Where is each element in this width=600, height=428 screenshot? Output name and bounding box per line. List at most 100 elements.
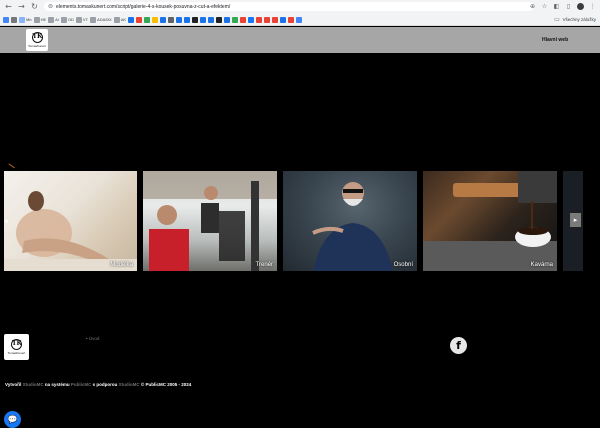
bookmark-favicon-icon bbox=[272, 16, 279, 23]
gallery-prev-arrow[interactable]: ◂ bbox=[4, 215, 11, 227]
gallery-tile-trener[interactable]: Trenér bbox=[143, 171, 277, 271]
address-url[interactable]: elements.tomaskunert.com/script/galerie-… bbox=[56, 4, 230, 10]
gallery-tile-modelka[interactable]: Modelka bbox=[4, 171, 137, 271]
bookmark-item[interactable] bbox=[280, 16, 287, 23]
address-bar[interactable]: ⊜ elements.tomaskunert.com/script/galeri… bbox=[44, 2, 534, 11]
bookmark-item[interactable] bbox=[296, 16, 303, 23]
bookmark-favicon-icon bbox=[90, 16, 97, 23]
bookmark-favicon-icon bbox=[184, 16, 191, 23]
site-info-icon[interactable]: ⊜ bbox=[48, 3, 53, 10]
profile-avatar[interactable] bbox=[577, 3, 584, 10]
facebook-icon[interactable]: f bbox=[450, 337, 467, 354]
bookmark-favicon-icon bbox=[216, 16, 223, 23]
side-panel-icon[interactable]: ▯ bbox=[565, 3, 572, 10]
bookmark-item[interactable] bbox=[184, 16, 191, 23]
bookmark-item[interactable] bbox=[176, 16, 183, 23]
gallery-tile-kavarna[interactable]: Kavárna bbox=[423, 171, 557, 271]
logo-mark-icon: TK bbox=[31, 32, 43, 43]
main-site-link[interactable]: Hlavní web bbox=[542, 37, 568, 43]
footer-link-uvod[interactable]: • Úvod bbox=[86, 336, 99, 341]
bookmark-favicon-icon bbox=[280, 16, 287, 23]
bookmark-item[interactable] bbox=[264, 16, 271, 23]
bookmark-item[interactable] bbox=[248, 16, 255, 23]
bookmark-item[interactable] bbox=[288, 16, 295, 23]
all-bookmarks-button[interactable]: ▭ Všechny záložky bbox=[553, 14, 596, 25]
bookmark-item[interactable] bbox=[272, 16, 279, 23]
footer-logo[interactable]: TK TomasKunert bbox=[4, 334, 29, 360]
bookmark-favicon-icon bbox=[48, 16, 55, 23]
bookmark-item[interactable] bbox=[216, 16, 223, 23]
browser-chrome: ← → ↻ ⌂ ⊜ elements.tomaskunert.com/scrip… bbox=[0, 0, 600, 26]
bookmark-item[interactable] bbox=[144, 16, 151, 23]
bookmark-item[interactable] bbox=[240, 16, 247, 23]
back-icon[interactable]: ← bbox=[4, 2, 13, 11]
all-bookmarks-label: Všechny záložky bbox=[562, 17, 596, 22]
tile-caption: Osobní bbox=[393, 262, 413, 268]
bookmark-star-icon[interactable]: ☆ bbox=[541, 3, 548, 10]
bookmark-item[interactable] bbox=[152, 16, 159, 23]
bookmark-item[interactable] bbox=[11, 16, 17, 23]
bookmark-label: VT bbox=[82, 17, 89, 22]
bookmark-favicon-icon bbox=[224, 16, 231, 23]
credits-text: © PublicMC 2005 - 2024 bbox=[139, 382, 192, 387]
forward-icon[interactable]: → bbox=[17, 2, 26, 11]
chat-bubble-icon[interactable]: 💬 bbox=[4, 411, 21, 428]
bookmark-item[interactable] bbox=[128, 16, 135, 23]
credits-link-publicmc[interactable]: PublicMC bbox=[71, 382, 92, 387]
credits-link-studiomc-2[interactable]: StudioMC bbox=[119, 382, 140, 387]
bookmark-favicon-icon bbox=[248, 16, 255, 23]
gallery-tile-osobni[interactable]: Osobní bbox=[283, 171, 417, 271]
bookmark-item[interactable]: VT bbox=[75, 16, 89, 23]
bookmark-favicon-icon bbox=[208, 16, 215, 23]
bookmark-item[interactable] bbox=[160, 16, 167, 23]
gallery-image bbox=[312, 182, 393, 271]
bookmark-favicon-icon bbox=[75, 16, 82, 23]
site-header: TK TomasKunert bbox=[0, 27, 600, 53]
zoom-icon[interactable]: ⊕ bbox=[529, 3, 536, 10]
bookmark-item[interactable]: HE bbox=[33, 16, 47, 23]
bookmark-favicon-icon bbox=[168, 16, 175, 23]
bookmark-favicon-icon bbox=[288, 16, 295, 23]
reload-icon[interactable]: ↻ bbox=[30, 2, 39, 11]
bookmark-item[interactable] bbox=[232, 16, 239, 23]
bookmark-favicon-icon bbox=[192, 16, 199, 23]
bookmark-label: ADASIX bbox=[97, 17, 112, 22]
bookmark-item[interactable] bbox=[208, 16, 215, 23]
bookmark-label: AI bbox=[55, 17, 59, 22]
bookmark-item[interactable]: AK bbox=[113, 16, 126, 23]
bookmark-favicon-icon bbox=[232, 16, 239, 23]
bookmark-favicon-icon bbox=[136, 16, 143, 23]
bookmark-favicon-icon bbox=[19, 16, 25, 23]
credits-text: Vytvořil bbox=[5, 382, 23, 387]
site-logo[interactable]: TK TomasKunert bbox=[26, 29, 48, 51]
logo-text: TomasKunert bbox=[28, 44, 46, 48]
bookmark-label: HE bbox=[40, 17, 47, 22]
gallery-image bbox=[143, 171, 277, 271]
bookmark-item[interactable]: AI bbox=[48, 16, 59, 23]
bookmark-item[interactable]: Mb bbox=[19, 16, 32, 23]
bookmark-favicon-icon bbox=[256, 16, 263, 23]
bookmark-item[interactable]: ADASIX bbox=[90, 16, 112, 23]
bookmark-favicon-icon bbox=[160, 16, 167, 23]
credits-link-studiomc[interactable]: StudioMC bbox=[23, 382, 44, 387]
menu-icon[interactable]: ⋮ bbox=[589, 3, 596, 10]
bookmark-favicon-icon bbox=[33, 16, 40, 23]
bookmark-item[interactable] bbox=[3, 16, 9, 23]
gallery-image bbox=[4, 191, 137, 271]
logo-text: TomasKunert bbox=[7, 351, 26, 355]
bookmark-item[interactable] bbox=[168, 16, 175, 23]
bookmark-favicon-icon bbox=[128, 16, 135, 23]
bookmark-item[interactable] bbox=[136, 16, 143, 23]
credits-text: s podporou bbox=[91, 382, 119, 387]
bookmark-item[interactable] bbox=[192, 16, 199, 23]
gallery-next-arrow[interactable]: ▸ bbox=[570, 213, 581, 227]
extensions-icon[interactable]: ◧ bbox=[553, 3, 560, 10]
browser-toolbar: ← → ↻ ⌂ ⊜ elements.tomaskunert.com/scrip… bbox=[0, 0, 600, 13]
tile-caption: Modelka bbox=[110, 262, 133, 268]
bookmark-item[interactable] bbox=[256, 16, 263, 23]
bookmark-favicon-icon bbox=[200, 16, 207, 23]
bookmark-item[interactable]: OD bbox=[60, 16, 74, 23]
bookmark-item[interactable] bbox=[200, 16, 207, 23]
bookmark-item[interactable] bbox=[224, 16, 231, 23]
bookmark-label: OD bbox=[67, 17, 74, 22]
